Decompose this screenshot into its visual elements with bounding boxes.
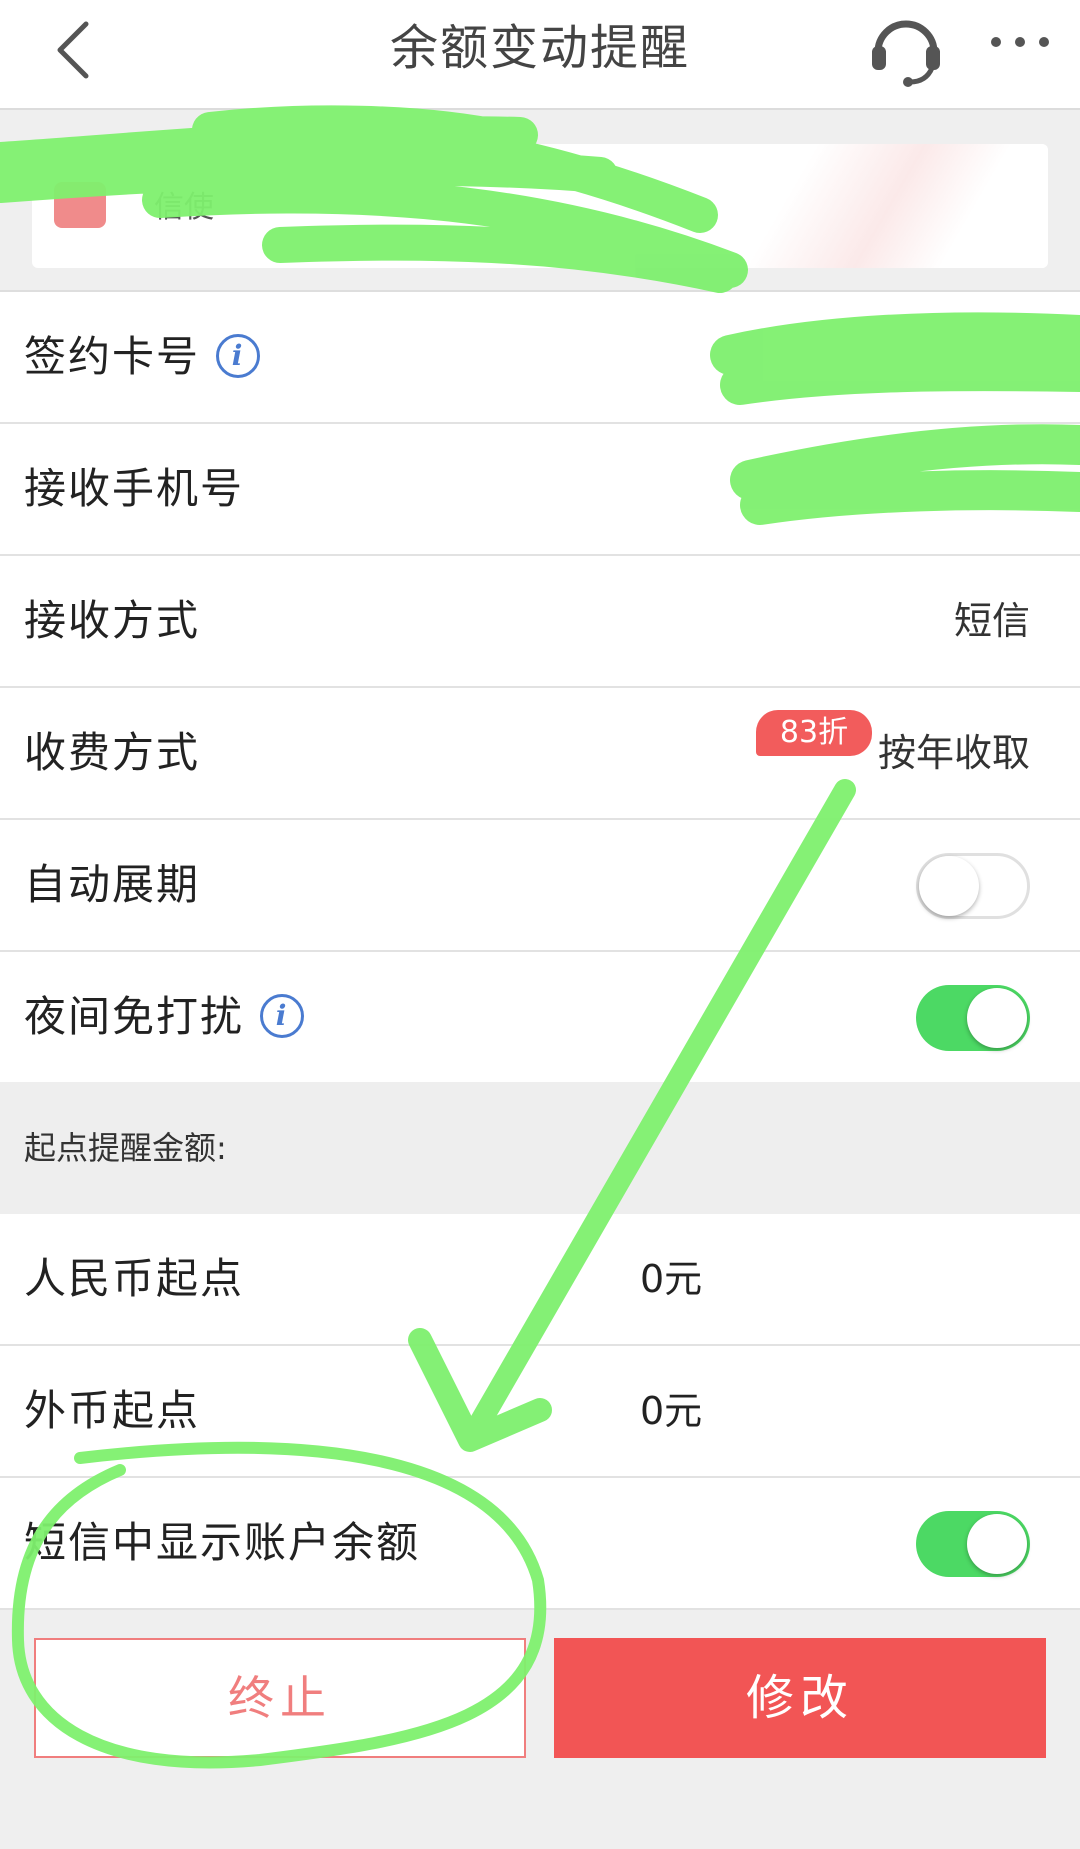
notice-card[interactable]: 信使 [32,144,1048,268]
threshold-section-label: 起点提醒金额: [24,1129,227,1167]
fee-method-value: 按年收取 [877,731,1030,775]
notice-text: 信使 [154,190,214,225]
info-icon[interactable]: i [216,333,261,378]
night-dnd-toggle[interactable] [916,985,1030,1051]
row-fx-threshold[interactable]: 外币起点 0元 [0,1346,1080,1478]
row-cny-threshold[interactable]: 人民币起点 0元 [0,1214,1080,1346]
show-balance-label: 短信中显示账户余额 [24,1518,421,1567]
discount-badge: 83折 [756,710,872,756]
row-receive-method[interactable]: 接收方式 短信 [0,556,1080,688]
bottom-action-bar: 终止 修改 [0,1610,1080,1849]
receive-method-value: 短信 [953,599,1030,643]
card-number-label: 签约卡号 [24,332,201,381]
toggle-knob [919,856,979,916]
fee-method-label: 收费方式 [24,728,201,777]
receive-phone-label: 接收手机号 [24,464,245,513]
row-show-balance: 短信中显示账户余额 [0,1478,1080,1610]
auto-renew-toggle[interactable] [916,853,1030,919]
cny-threshold-label: 人民币起点 [24,1254,245,1303]
more-dots-icon[interactable] [984,16,1056,76]
row-fee-method[interactable]: 收费方式 83折 按年收取 [0,688,1080,820]
top-nav-bar: 余额变动提醒 [0,0,1080,110]
modify-button[interactable]: 修改 [554,1638,1046,1758]
headset-icon[interactable] [862,4,950,92]
show-balance-toggle[interactable] [916,1511,1030,1577]
section-header-threshold: 起点提醒金额: [0,1082,1080,1214]
row-auto-renew: 自动展期 [0,820,1080,952]
terminate-button[interactable]: 终止 [34,1638,526,1758]
card-decoration [688,144,1048,268]
cny-threshold-value: 0元 [640,1257,703,1301]
auto-renew-label: 自动展期 [24,860,201,909]
bell-icon [54,182,106,228]
fx-threshold-label: 外币起点 [24,1386,201,1435]
info-icon[interactable]: i [260,993,305,1038]
row-night-dnd: 夜间免打扰 i [0,952,1080,1084]
fx-threshold-value: 0元 [640,1389,703,1433]
row-card-number[interactable]: 签约卡号 i [0,292,1080,424]
row-receive-phone[interactable]: 接收手机号 [0,424,1080,556]
notice-banner: 信使 [0,110,1080,292]
toggle-knob [967,1514,1027,1574]
toggle-knob [967,988,1027,1048]
receive-method-label: 接收方式 [24,596,201,645]
night-dnd-label: 夜间免打扰 [24,992,245,1041]
